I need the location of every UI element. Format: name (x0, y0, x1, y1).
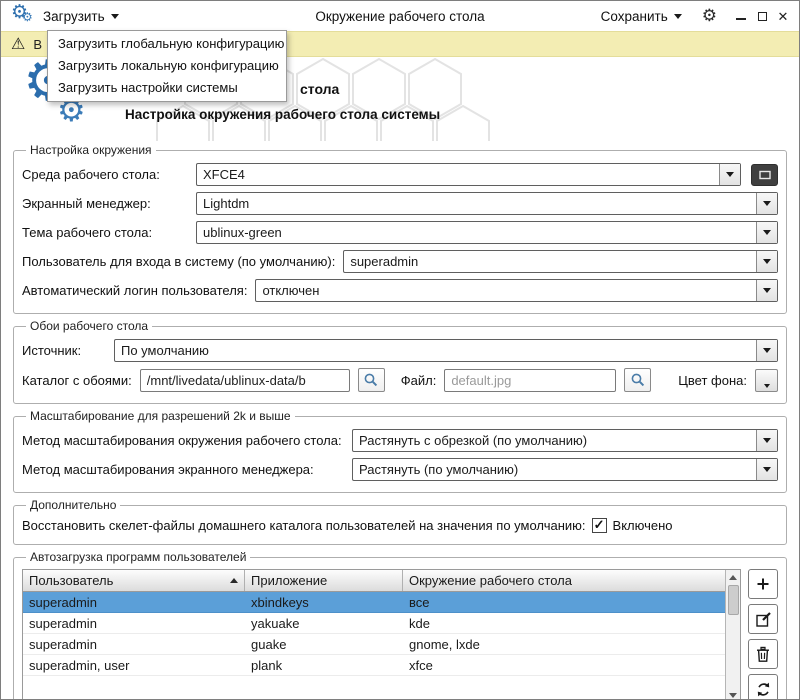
env-group-legend: Настройка окружения (30, 143, 152, 157)
login-user-select[interactable]: superadmin (343, 250, 778, 273)
banner-title-fragment: стола (300, 81, 340, 97)
extra-group: Дополнительно Восстановить скелет-файлы … (13, 498, 787, 545)
scaling-group: Масштабирование для разрешений 2k и выше… (13, 409, 787, 493)
skel-restore-checkbox[interactable]: ✓ (591, 517, 607, 533)
close-button[interactable]: ✕ (777, 10, 789, 23)
panel-icon (758, 170, 771, 179)
chevron-down-icon (756, 280, 777, 301)
wallpaper-dir-label: Каталог с обоями: (22, 372, 132, 388)
display-manager-select[interactable]: Lightdm (196, 192, 778, 215)
autologin-label: Автоматический логин пользователя: (22, 283, 248, 298)
load-button[interactable]: Загрузить (37, 6, 125, 27)
wallpaper-source-select[interactable]: По умолчанию (114, 339, 778, 362)
load-menu: Загрузить глобальную конфигурацию Загруз… (47, 30, 287, 102)
desktop-environment-extra-button[interactable] (751, 163, 778, 186)
save-button-label: Сохранить (600, 8, 668, 24)
wallpaper-group: Обои рабочего стола Источник: По умолчан… (13, 319, 787, 404)
chevron-down-icon (673, 13, 682, 19)
warning-icon: ⚠ (11, 34, 26, 53)
table-scrollbar[interactable] (725, 570, 740, 699)
wallpaper-source-label: Источник: (22, 343, 82, 358)
chevron-down-icon (110, 13, 119, 19)
wallpaper-file-label: Файл: (400, 372, 437, 388)
refresh-icon (757, 682, 769, 696)
chevron-down-icon (719, 164, 740, 185)
titlebar: ⚙ ⚙ Загрузить Окружение рабочего стола Со… (1, 1, 799, 31)
wallpaper-group-legend: Обои рабочего стола (30, 319, 149, 333)
check-icon: ✓ (593, 517, 605, 532)
chevron-down-icon (756, 193, 777, 214)
window-title: Окружение рабочего стола (315, 8, 485, 24)
scaling-desktop-label: Метод масштабирования окружения рабочего… (22, 433, 342, 448)
chevron-down-icon (756, 430, 777, 451)
table-header: Пользователь Приложение Окружение рабоче… (23, 570, 725, 592)
extra-group-legend: Дополнительно (30, 498, 117, 512)
scaling-dm-label: Метод масштабирования экранного менеджер… (22, 462, 314, 477)
theme-label: Тема рабочего стола: (22, 225, 153, 240)
desktop-environment-select[interactable]: XFCE4 (196, 163, 741, 186)
chevron-down-icon (756, 251, 777, 272)
warning-text: В (33, 36, 43, 52)
search-icon (631, 373, 644, 387)
window-controls: ✕ (735, 10, 789, 23)
browse-dir-button[interactable] (357, 368, 385, 392)
menu-item-load-system[interactable]: Загрузить настройки системы (48, 77, 286, 99)
menu-item-load-global[interactable]: Загрузить глобальную конфигурацию (48, 33, 286, 55)
column-header-app[interactable]: Приложение (245, 570, 403, 591)
load-button-label: Загрузить (43, 8, 105, 24)
chevron-down-icon (756, 222, 777, 243)
scrollbar-thumb[interactable] (727, 585, 739, 615)
skel-restore-label: Восстановить скелет-файлы домашнего ката… (22, 518, 586, 533)
plus-icon (757, 578, 769, 590)
chevron-down-icon (756, 459, 777, 480)
wallpaper-file-input[interactable] (444, 368, 617, 392)
table-actions (748, 569, 778, 699)
sort-asc-icon (230, 578, 238, 583)
search-icon (364, 373, 378, 387)
add-button[interactable] (748, 569, 778, 599)
bg-color-button[interactable] (755, 368, 778, 392)
save-button[interactable]: Сохранить (595, 6, 688, 27)
edit-button[interactable] (748, 604, 778, 634)
menu-item-load-local[interactable]: Загрузить локальную конфигурацию (48, 55, 286, 77)
autostart-group-legend: Автозагрузка программ пользователей (30, 550, 247, 564)
column-header-user[interactable]: Пользователь (23, 570, 245, 591)
table-row[interactable]: superadmin xbindkeys все (23, 592, 725, 613)
skel-checkbox-label: Включено (612, 518, 673, 533)
browse-file-button[interactable] (624, 368, 652, 392)
desktop-environment-label: Среда рабочего стола: (22, 167, 160, 182)
table-row[interactable]: superadmin yakuake kde (23, 613, 725, 634)
scroll-down-icon[interactable] (726, 688, 740, 699)
chevron-down-icon (756, 340, 777, 361)
login-user-label: Пользователь для входа в систему (по умо… (22, 254, 336, 269)
banner-subtitle: Настройка окружения рабочего стола систе… (125, 107, 441, 122)
scaling-group-legend: Масштабирование для разрешений 2k и выше (30, 409, 291, 423)
autostart-group: Автозагрузка программ пользователей Поль… (13, 550, 787, 699)
chevron-down-icon (763, 383, 770, 388)
delete-button[interactable] (748, 639, 778, 669)
app-window: ⚙ ⚙ Загрузить Окружение рабочего стола Со… (0, 0, 800, 700)
scaling-desktop-select[interactable]: Растянуть с обрезкой (по умолчанию) (352, 429, 778, 452)
maximize-button[interactable] (756, 10, 768, 22)
wallpaper-dir-input[interactable] (139, 368, 350, 392)
scaling-dm-select[interactable]: Растянуть (по умолчанию) (352, 458, 778, 481)
trash-icon (757, 646, 769, 662)
bg-color-label: Цвет фона: (678, 372, 747, 388)
column-header-env[interactable]: Окружение рабочего стола (403, 570, 725, 591)
scroll-up-icon[interactable] (726, 570, 740, 584)
display-manager-label: Экранный менеджер: (22, 196, 151, 211)
autologin-select[interactable]: отключен (255, 279, 778, 302)
minimize-button[interactable] (735, 10, 747, 22)
env-group: Настройка окружения Среда рабочего стола… (13, 143, 787, 314)
autostart-table: Пользователь Приложение Окружение рабоче… (22, 569, 741, 699)
app-gears-icon: ⚙ ⚙ (11, 1, 33, 24)
settings-gear-icon[interactable]: ⚙ (702, 7, 717, 25)
table-row[interactable]: superadmin guake gnome, lxde (23, 634, 725, 655)
refresh-button[interactable] (748, 674, 778, 699)
edit-icon (755, 611, 771, 627)
theme-select[interactable]: ublinux-green (196, 221, 778, 244)
table-row[interactable]: superadmin, user plank xfce (23, 655, 725, 676)
